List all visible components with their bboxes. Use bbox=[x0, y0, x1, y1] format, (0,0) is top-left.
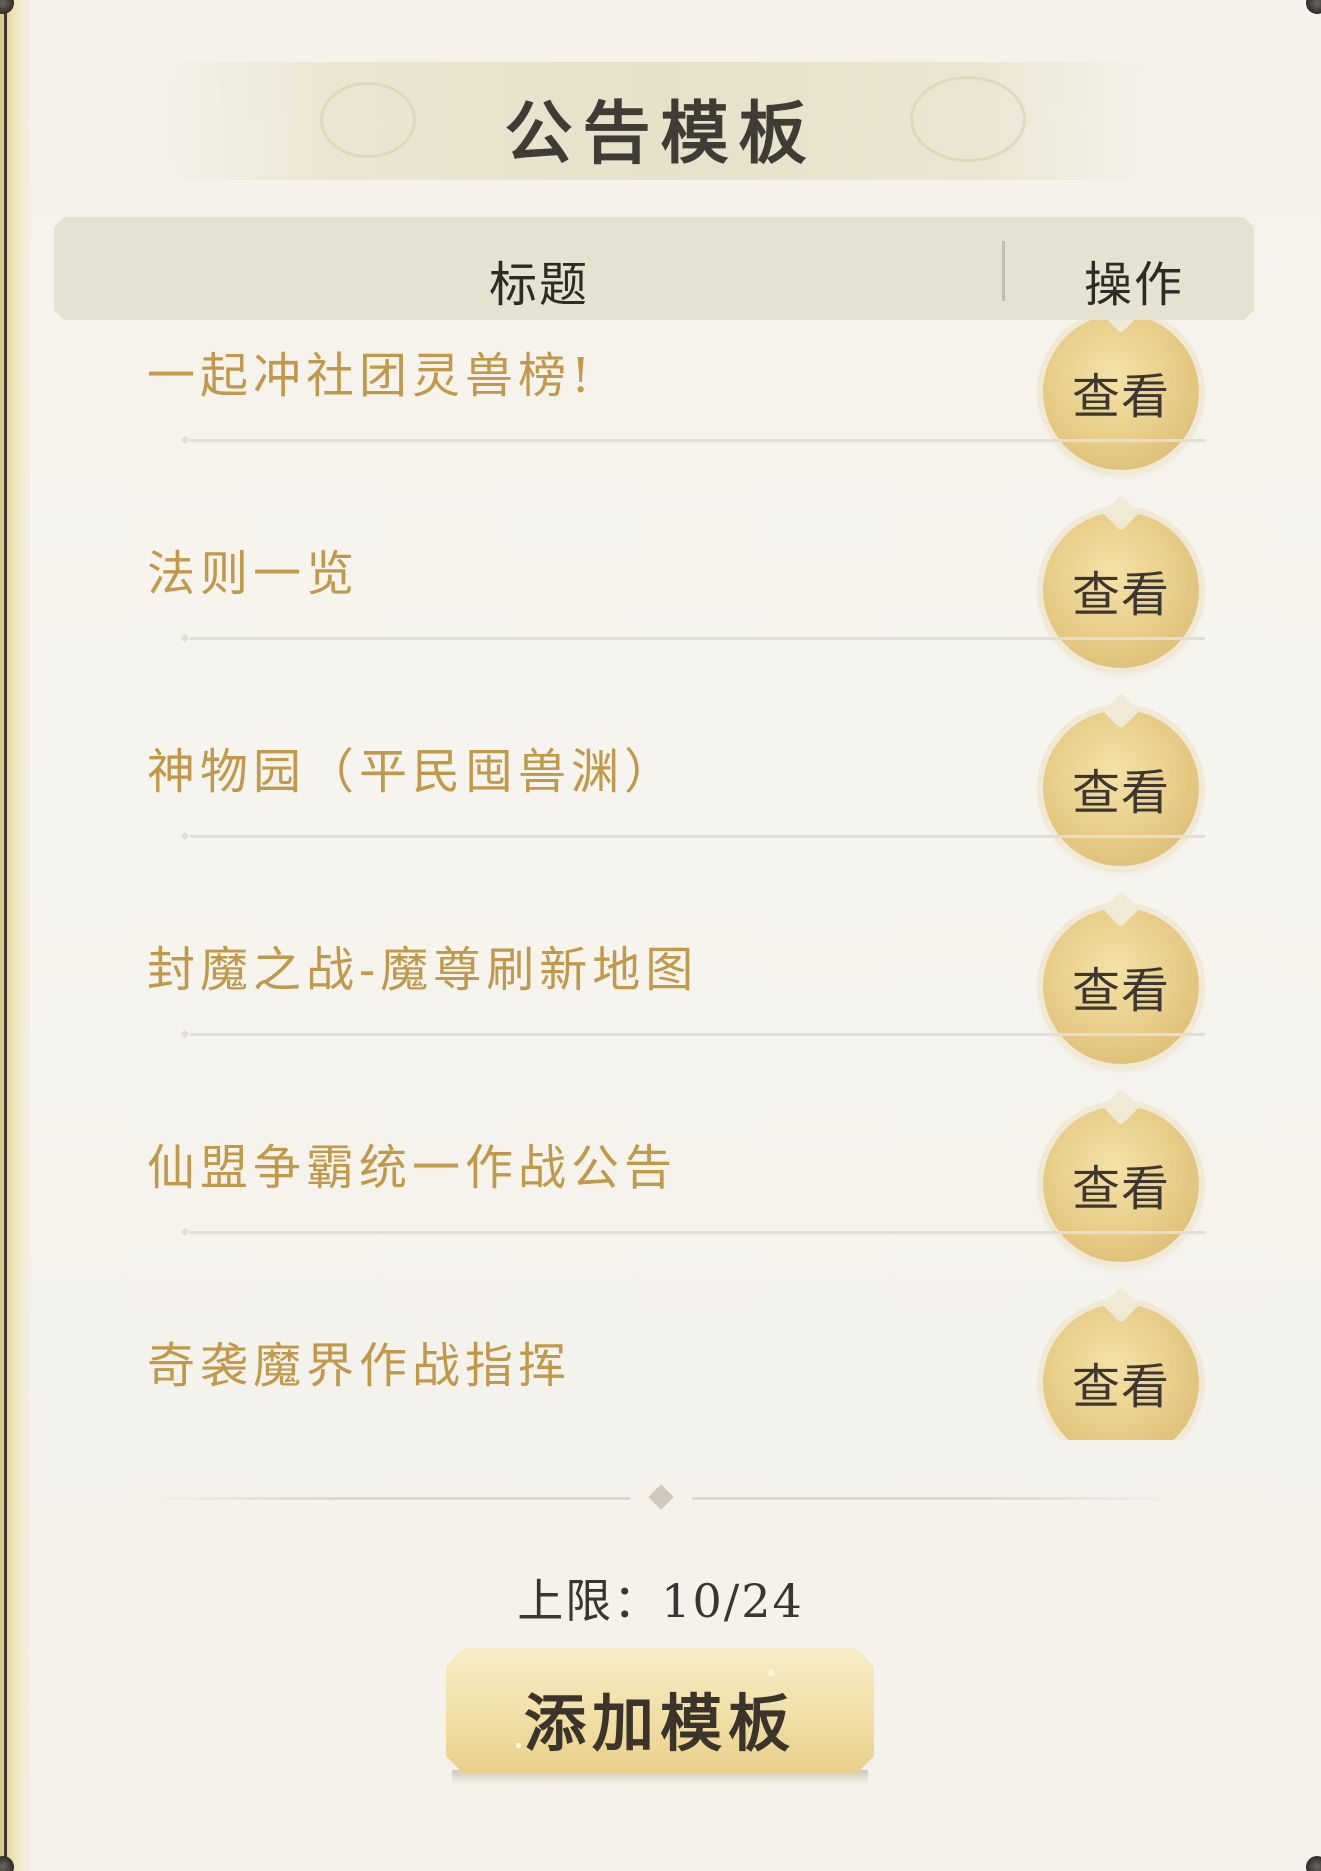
corner-ornament-icon bbox=[1306, 0, 1321, 14]
page-title: 公告模板 bbox=[504, 94, 817, 174]
add-template-button[interactable]: 添加模板 bbox=[446, 1648, 874, 1774]
list-item-title: 封魔之战-魔尊刷新地图 bbox=[147, 942, 699, 998]
template-list[interactable]: 一起冲社团灵兽榜! 查看 法则一览 查看 神物园（平民囤兽渊） 查看 封魔之战-… bbox=[0, 320, 1321, 1440]
list-item: 奇袭魔界作战指挥 查看 bbox=[0, 1210, 1321, 1440]
corner-ornament-icon bbox=[1306, 1856, 1321, 1871]
view-button-label: 查看 bbox=[1071, 963, 1170, 1019]
list-item-title: 奇袭魔界作战指挥 bbox=[147, 1338, 572, 1394]
column-header-action: 操作 bbox=[1083, 257, 1184, 313]
view-button-label: 查看 bbox=[1071, 1359, 1170, 1415]
add-template-button-label: 添加模板 bbox=[523, 1687, 796, 1760]
view-button-label: 查看 bbox=[1071, 567, 1170, 623]
view-button-label: 查看 bbox=[1071, 1161, 1170, 1217]
diamond-ornament-icon bbox=[648, 1484, 674, 1510]
footer-divider bbox=[140, 1497, 630, 1500]
list-item-title: 一起冲社团灵兽榜! bbox=[147, 348, 596, 404]
list-item-title: 神物园（平民囤兽渊） bbox=[147, 744, 678, 800]
view-button[interactable]: 查看 bbox=[1043, 1304, 1199, 1440]
list-item: 法则一览 查看 bbox=[0, 418, 1321, 668]
column-header-title: 标题 bbox=[488, 257, 589, 313]
list-item: 仙盟争霸统一作战公告 查看 bbox=[0, 1012, 1321, 1262]
view-button-label: 查看 bbox=[1071, 369, 1170, 425]
list-item-title: 法则一览 bbox=[147, 546, 360, 602]
list-item: 一起冲社团灵兽榜! 查看 bbox=[0, 320, 1321, 470]
footer-divider bbox=[692, 1497, 1182, 1500]
table-header: 标题 操作 bbox=[54, 217, 1254, 320]
announcement-template-panel: 公告模板 标题 操作 一起冲社团灵兽榜! 查看 法则一览 查看 神物园（平民囤兽… bbox=[0, 0, 1321, 1871]
list-item: 封魔之战-魔尊刷新地图 查看 bbox=[0, 814, 1321, 1064]
view-button-label: 查看 bbox=[1071, 765, 1170, 821]
template-limit-count: 上限：10/24 bbox=[517, 1574, 804, 1628]
list-item-title: 仙盟争霸统一作战公告 bbox=[147, 1140, 678, 1196]
list-item: 神物园（平民囤兽渊） 查看 bbox=[0, 616, 1321, 866]
column-divider bbox=[1002, 241, 1005, 301]
